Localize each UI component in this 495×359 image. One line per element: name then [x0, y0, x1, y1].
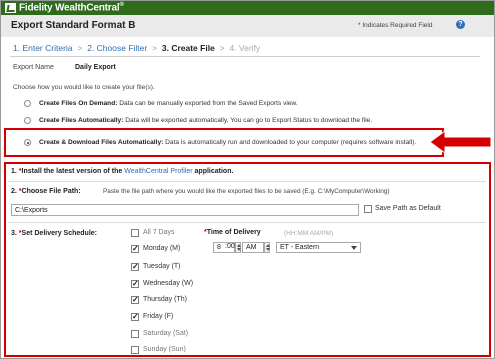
checkbox-tuesday[interactable]	[131, 262, 139, 271]
wizard-steps: 1. Enter Criteria > 2. Choose Filter > 3…	[13, 42, 260, 54]
hour-spinner-icon[interactable]	[235, 242, 241, 253]
time-of-delivery-label: *Time of Delivery	[204, 229, 261, 236]
step-verify: 4. Verify	[229, 43, 261, 53]
option-files-on-demand: Create Files On Demand: Data can be manu…	[39, 100, 298, 107]
save-path-default-checkbox[interactable]	[364, 205, 372, 213]
day-label-thursday: Thursday (Th)	[143, 296, 187, 303]
chevron-right-icon: >	[77, 43, 83, 53]
checkbox-all-7-days[interactable]	[131, 229, 139, 237]
choose-prompt: Choose how you would like to create your…	[13, 84, 155, 91]
arrow-left-icon	[430, 131, 492, 153]
export-name-label: Export Name	[13, 64, 54, 71]
step1-install: 1. *Install the latest version of the We…	[11, 168, 234, 175]
step-create-file: 3. Create File	[161, 43, 215, 53]
help-icon[interactable]: ?	[456, 20, 465, 29]
day-label-monday: Monday (M)	[143, 245, 181, 252]
minute-input[interactable]: :00	[222, 242, 235, 253]
radio-create-download-automatically[interactable]	[24, 139, 31, 146]
file-path-input[interactable]: C:\Exports	[11, 204, 359, 216]
time-format-hint: (HH:MM AM/PM)	[284, 230, 334, 237]
chevron-down-icon	[351, 246, 357, 250]
timezone-select[interactable]: ET - Eastern	[276, 242, 361, 253]
section-divider	[8, 181, 486, 182]
export-name-value: Daily Export	[75, 64, 116, 71]
option-create-download-automatically: Create & Download Files Automatically: D…	[39, 139, 417, 146]
day-label-wednesday: Wednesday (W)	[143, 280, 194, 287]
radio-files-on-demand[interactable]	[24, 100, 31, 107]
ampm-spinner-icon[interactable]	[264, 242, 270, 253]
checkbox-monday[interactable]	[131, 244, 139, 253]
step-choose-filter[interactable]: 2. Choose Filter	[87, 43, 147, 53]
steps-divider	[10, 56, 480, 57]
checkbox-wednesday[interactable]	[131, 279, 139, 288]
file-path-help: Paste the file path where you would like…	[103, 188, 390, 195]
checkbox-saturday[interactable]	[131, 330, 139, 338]
logo-mark-icon	[5, 3, 16, 13]
fidelity-logo: Fidelity WealthCentral®	[5, 2, 124, 14]
day-label-all: All 7 Days	[143, 229, 175, 236]
day-label-friday: Friday (F)	[143, 313, 174, 320]
day-label-sunday: Sunday (Sun)	[143, 346, 186, 353]
checkbox-thursday[interactable]	[131, 295, 139, 304]
step3-schedule: 3. *Set Delivery Schedule:	[11, 230, 98, 237]
section-divider	[8, 222, 486, 223]
day-label-tuesday: Tuesday (T)	[143, 263, 181, 270]
ampm-input[interactable]: AM	[242, 242, 264, 253]
page-title: Export Standard Format B	[11, 20, 136, 31]
profiler-link[interactable]: WealthCentral Profiler	[124, 168, 192, 175]
step2-file-path: 2. *Choose File Path:	[11, 188, 81, 195]
save-path-default-label: Save Path as Default	[375, 205, 441, 212]
option-files-automatically: Create Files Automatically: Data will be…	[39, 117, 373, 124]
checkbox-friday[interactable]	[131, 312, 139, 321]
required-field-note: * Indicates Required Field	[358, 22, 433, 29]
day-label-saturday: Saturday (Sat)	[143, 330, 189, 337]
checkbox-sunday[interactable]	[131, 346, 139, 354]
top-brand-bar: Fidelity WealthCentral®	[1, 1, 494, 15]
chevron-right-icon: >	[152, 43, 157, 53]
chevron-right-icon: >	[219, 43, 225, 53]
step-enter-criteria[interactable]: 1. Enter Criteria	[13, 43, 73, 53]
radio-files-automatically[interactable]	[24, 117, 31, 124]
